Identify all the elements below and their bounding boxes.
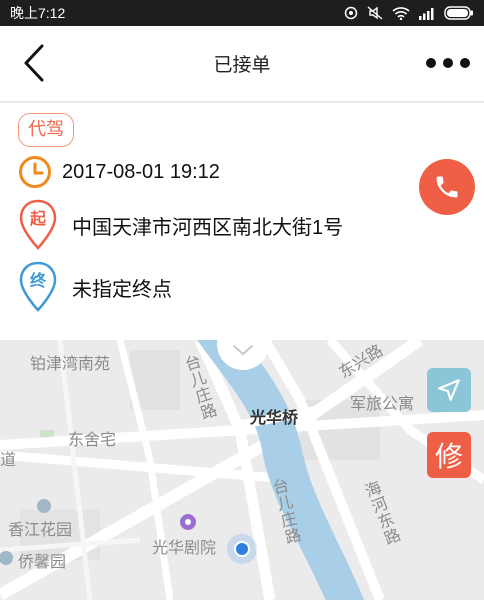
navigation-arrow-icon — [438, 379, 460, 401]
current-location-icon — [227, 534, 257, 564]
status-bar: 晚上7:12 — [0, 0, 484, 26]
start-pin-icon: 起 — [19, 199, 57, 250]
order-time-row: 2017-08-01 19:12 — [18, 155, 220, 189]
end-address-row: 终 未指定终点 — [18, 261, 172, 313]
more-dot-icon — [443, 58, 453, 68]
end-pin-icon: 终 — [19, 261, 57, 312]
wifi-icon — [392, 7, 410, 20]
end-address: 未指定终点 — [72, 278, 172, 301]
back-arrow-icon — [24, 44, 44, 82]
top-nav-bar: 已接单 — [0, 26, 484, 102]
location-status-icon — [344, 6, 358, 20]
battery-icon — [444, 6, 473, 20]
clock-icon — [19, 156, 51, 188]
order-datetime: 2017-08-01 19:12 — [62, 160, 220, 183]
start-address-row: 起 中国天津市河西区南北大街1号 — [18, 199, 343, 251]
chevron-down-icon — [233, 345, 253, 356]
map-label-dao: 道 — [0, 452, 17, 469]
signal-icon — [419, 7, 434, 20]
map-label-dongshe: 东舍宅 — [68, 432, 117, 449]
status-time: 晚上7:12 — [10, 5, 66, 21]
back-button[interactable] — [14, 40, 54, 86]
start-address: 中国天津市河西区南北大街1号 — [72, 216, 344, 239]
map-label-xiangjiang: 香江花园 — [8, 522, 73, 539]
more-dot-icon — [460, 58, 470, 68]
order-type-tag: 代驾 — [18, 113, 74, 147]
collapse-handle[interactable] — [217, 318, 269, 370]
status-icons — [344, 6, 474, 20]
map-label-junlv: 军旅公寓 — [350, 396, 415, 413]
phone-icon — [436, 176, 458, 198]
location-dot — [234, 541, 250, 557]
map-label-qiaoxin: 侨馨园 — [18, 554, 67, 571]
navigate-button[interactable] — [427, 368, 471, 412]
map-label-guanghuaqiao: 光华桥 — [250, 410, 299, 427]
fix-address-button[interactable]: 修 — [427, 432, 471, 478]
order-info-card: 代驾 2017-08-01 19:12 起 中国天津市河西区南北大街1号 终 未… — [0, 103, 484, 340]
map-label-tiejin: 铂津湾南苑 — [30, 356, 111, 373]
mute-icon — [367, 6, 383, 20]
call-button[interactable] — [419, 159, 475, 215]
map-label-guanghua-theater: 光华剧院 — [152, 540, 217, 557]
more-dot-icon — [426, 58, 436, 68]
page-title: 已接单 — [213, 55, 271, 76]
more-menu-button[interactable] — [426, 52, 470, 74]
end-marker-text: 终 — [30, 271, 47, 290]
start-marker-text: 起 — [29, 209, 47, 228]
